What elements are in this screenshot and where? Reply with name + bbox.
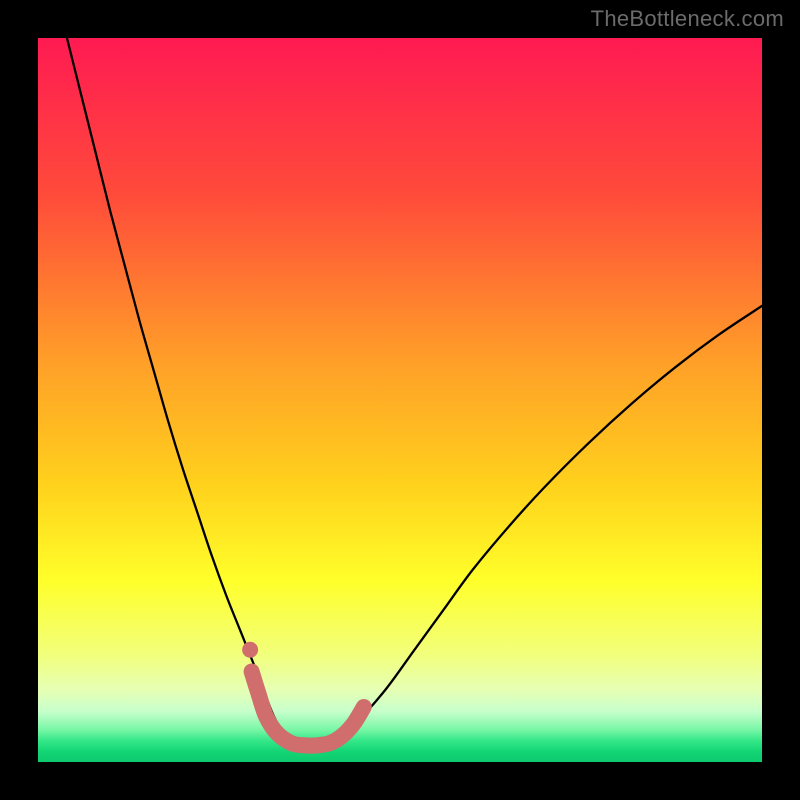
chart-frame: TheBottleneck.com bbox=[0, 0, 800, 800]
plot-area bbox=[38, 38, 762, 762]
watermark-text: TheBottleneck.com bbox=[591, 6, 784, 32]
gradient-background bbox=[38, 38, 762, 762]
highlight-dot bbox=[242, 642, 258, 658]
bottleneck-chart bbox=[38, 38, 762, 762]
